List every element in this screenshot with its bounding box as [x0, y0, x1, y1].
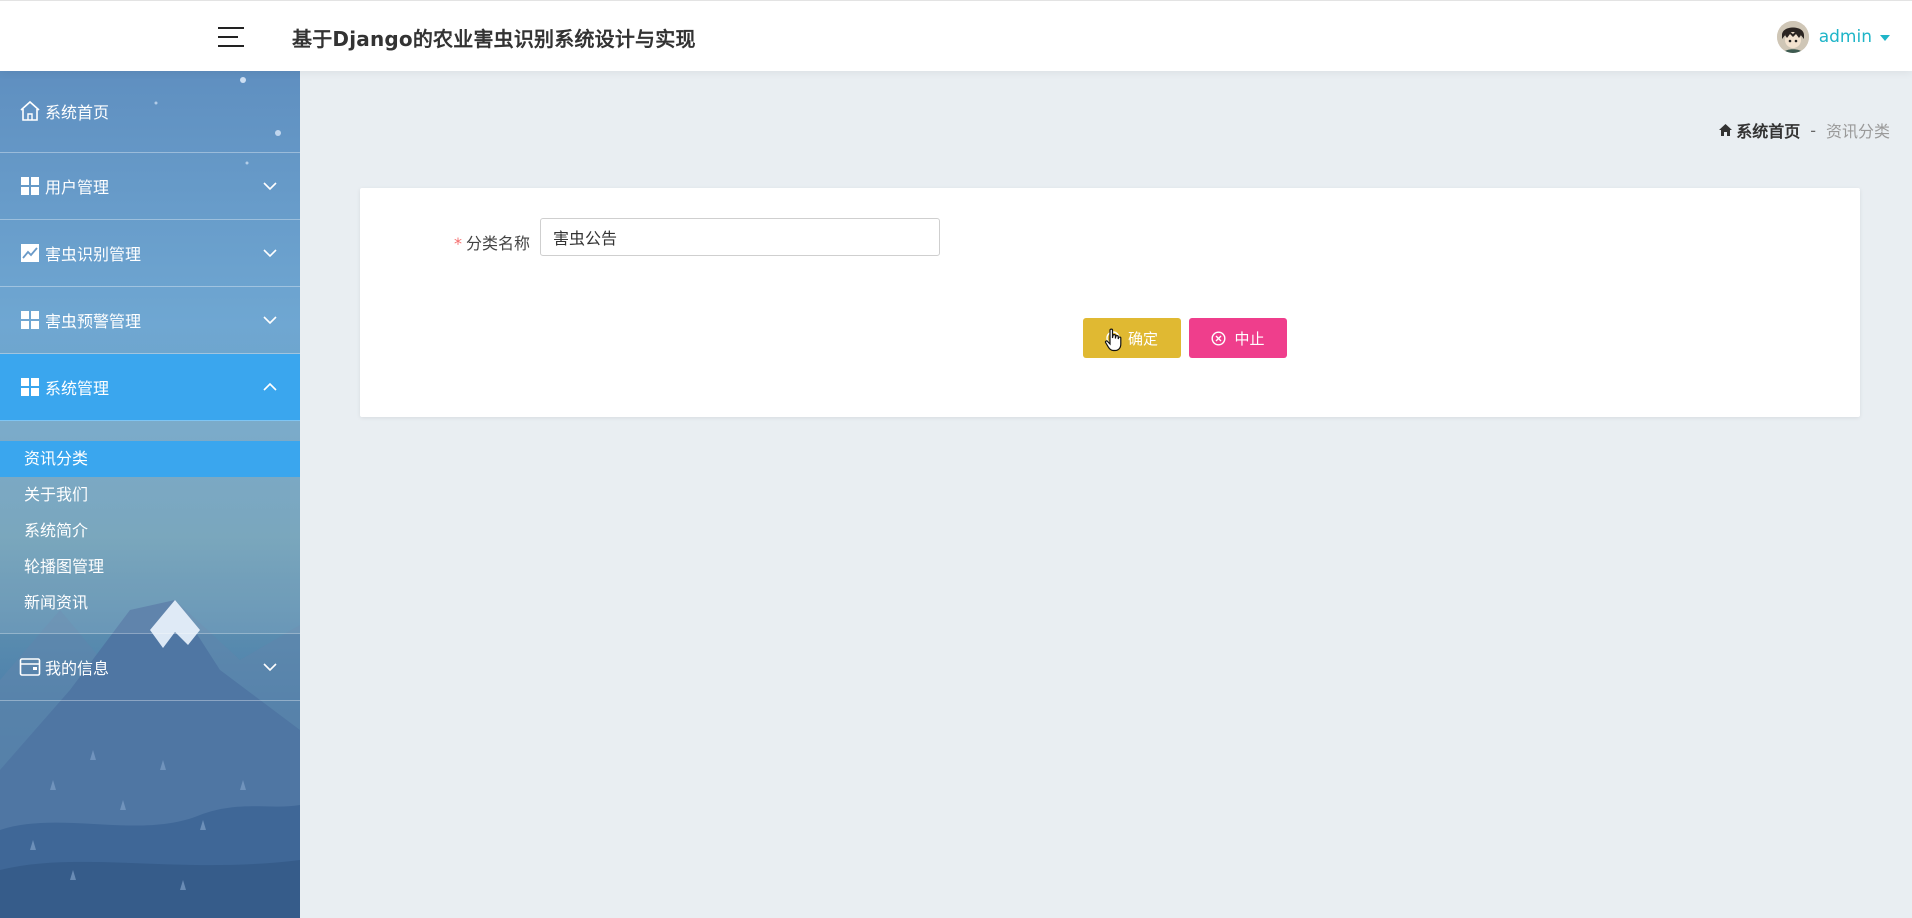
submenu-item-carousel[interactable]: 轮播图管理 [0, 549, 300, 585]
sidebar-item-label: 系统首页 [45, 103, 110, 122]
caret-down-icon [1880, 35, 1890, 41]
sidebar-item-label: 害虫识别管理 [45, 245, 142, 264]
submenu-item-about-us[interactable]: 关于我们 [0, 477, 300, 513]
close-circle-icon [1211, 330, 1226, 346]
app-title: 基于Django的农业害虫识别系统设计与实现 [292, 27, 696, 51]
sidebar-item-system[interactable]: 系统管理 [0, 354, 300, 421]
breadcrumb-current: 资讯分类 [1825, 122, 1890, 141]
top-header: 基于Django的农业害虫识别系统设计与实现 admin [0, 0, 1912, 71]
chevron-down-icon [263, 663, 277, 672]
breadcrumb-home[interactable]: 系统首页 [1718, 118, 1800, 142]
chevron-down-icon [263, 316, 277, 325]
home-icon [1719, 124, 1733, 136]
category-name-label: * 分类名称 [360, 230, 530, 254]
user-menu[interactable]: admin [1776, 20, 1890, 54]
sidebar-item-my-info[interactable]: 我的信息 [0, 633, 300, 701]
confirm-button[interactable]: 确定 [1083, 318, 1181, 358]
home-icon [19, 100, 41, 122]
sidebar: 系统首页 用户管理 害虫识别管理 害虫预警管理 系统管理 资讯分类 关于我们 系… [0, 70, 300, 918]
sidebar-item-users[interactable]: 用户管理 [0, 153, 300, 220]
wallet-icon [19, 656, 41, 678]
sidebar-item-label: 系统管理 [45, 379, 110, 398]
sidebar-item-pest-warning[interactable]: 害虫预警管理 [0, 287, 300, 354]
submenu-item-system-intro[interactable]: 系统简介 [0, 513, 300, 549]
breadcrumb-home-label: 系统首页 [1736, 122, 1801, 141]
category-name-input[interactable] [540, 218, 940, 256]
hand-cursor-icon [1104, 328, 1122, 352]
form-card: *分类名称 确定 中止 [360, 188, 1860, 417]
grid-icon [19, 175, 41, 197]
avatar [1776, 21, 1809, 53]
required-mark: * [453, 234, 462, 253]
stop-button-label: 中止 [1234, 329, 1265, 348]
sidebar-item-label: 我的信息 [45, 659, 110, 678]
sidebar-item-label: 用户管理 [45, 178, 110, 197]
submenu-item-news-category[interactable]: 资讯分类 [0, 441, 300, 477]
chevron-up-icon [263, 382, 277, 391]
chevron-down-icon [263, 182, 277, 191]
grid-icon [19, 309, 41, 331]
sidebar-item-home[interactable]: 系统首页 [0, 70, 300, 153]
confirm-button-label: 确定 [1127, 329, 1158, 348]
chart-icon [19, 242, 41, 264]
field-label-text: 分类名称 [465, 234, 530, 253]
grid-icon [19, 376, 41, 398]
username-label: admin [1818, 27, 1872, 47]
sidebar-item-pest-recognition[interactable]: 害虫识别管理 [0, 220, 300, 287]
stop-button[interactable]: 中止 [1189, 318, 1287, 358]
system-submenu: 资讯分类 关于我们 系统简介 轮播图管理 新闻资讯 [0, 421, 300, 633]
breadcrumb-separator: - [1810, 120, 1816, 140]
submenu-item-news[interactable]: 新闻资讯 [0, 585, 300, 621]
menu-toggle-icon[interactable] [218, 25, 246, 47]
sidebar-menu: 系统首页 用户管理 害虫识别管理 害虫预警管理 系统管理 资讯分类 关于我们 系… [0, 70, 300, 701]
breadcrumb: 系统首页 - 资讯分类 [1718, 118, 1890, 142]
chevron-down-icon [263, 249, 277, 258]
sidebar-item-label: 害虫预警管理 [45, 312, 142, 331]
